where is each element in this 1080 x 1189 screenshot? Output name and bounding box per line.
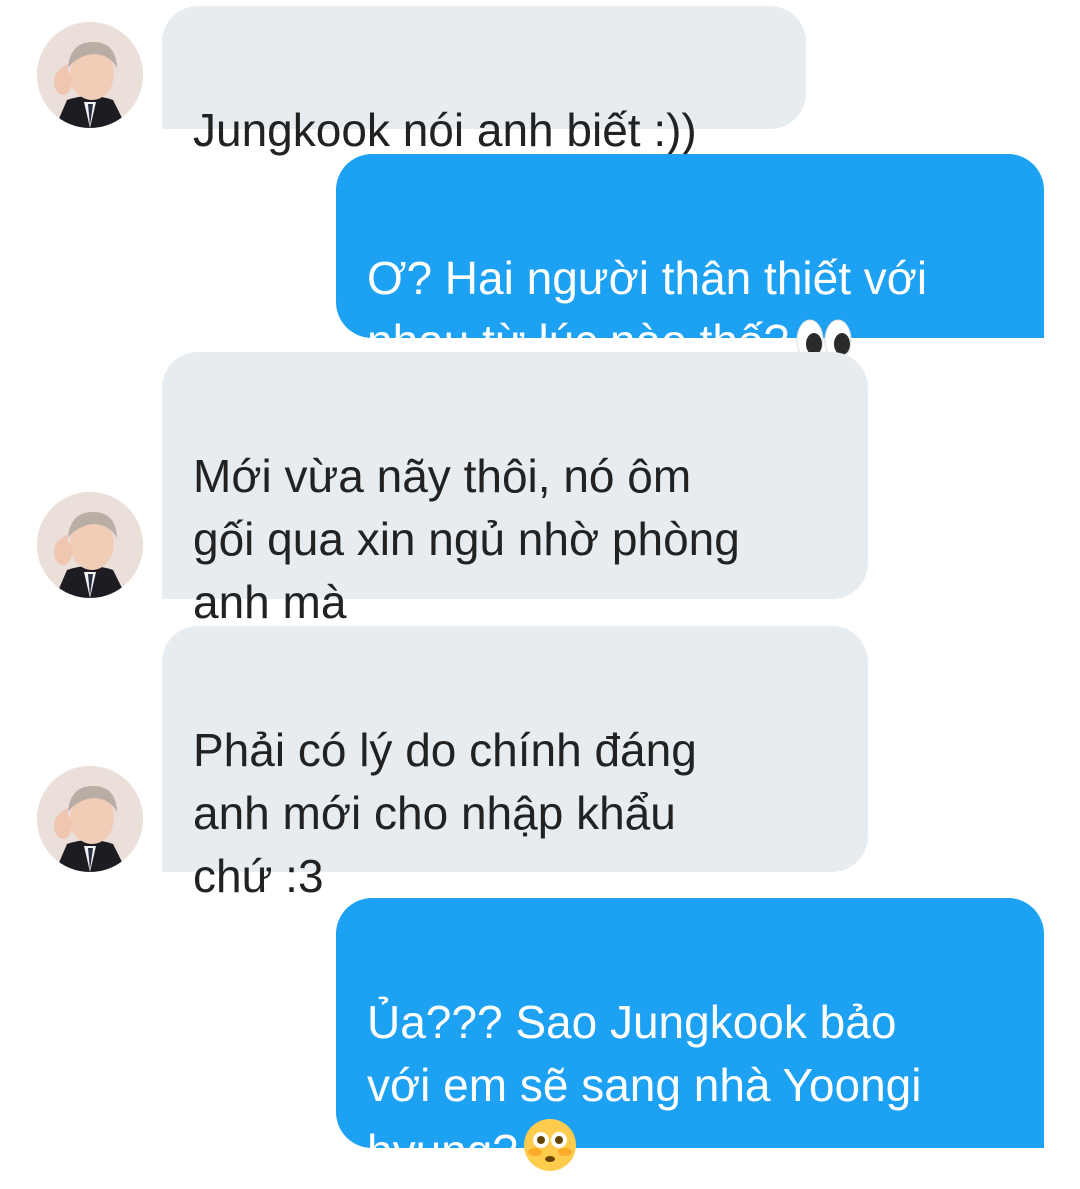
avatar[interactable] (37, 22, 143, 128)
message-text: Phải có lý do chính đáng anh mới cho nhậ… (193, 724, 697, 902)
person-avatar-icon (37, 766, 143, 872)
message-text: Mới vừa nãy thôi, nó ôm gối qua xin ngủ … (193, 450, 740, 628)
person-avatar-icon (37, 492, 143, 598)
message-bubble[interactable]: Mới vừa nãy thôi, nó ôm gối qua xin ngủ … (162, 352, 868, 628)
message-bubble[interactable]: Ủa??? Sao Jungkook bảo với em sẽ sang nh… (336, 898, 1044, 1177)
flushed-face-emoji-icon (522, 1117, 578, 1189)
chat-thread: Jungkook nói anh biết :)) Ơ? Hai người t… (0, 0, 1080, 1177)
message-bubble[interactable]: Phải có lý do chính đáng anh mới cho nhậ… (162, 626, 868, 902)
message-text: Jungkook nói anh biết :)) (193, 104, 697, 156)
message-text: Ủa??? Sao Jungkook bảo với em sẽ sang nh… (367, 996, 922, 1177)
avatar[interactable] (37, 492, 143, 598)
message-bubble[interactable]: Ơ? Hai người thân thiết với nhau từ lúc … (336, 154, 1044, 367)
avatar[interactable] (37, 766, 143, 872)
message-bubble[interactable]: Jungkook nói anh biết :)) (162, 6, 806, 156)
person-avatar-icon (37, 22, 143, 128)
